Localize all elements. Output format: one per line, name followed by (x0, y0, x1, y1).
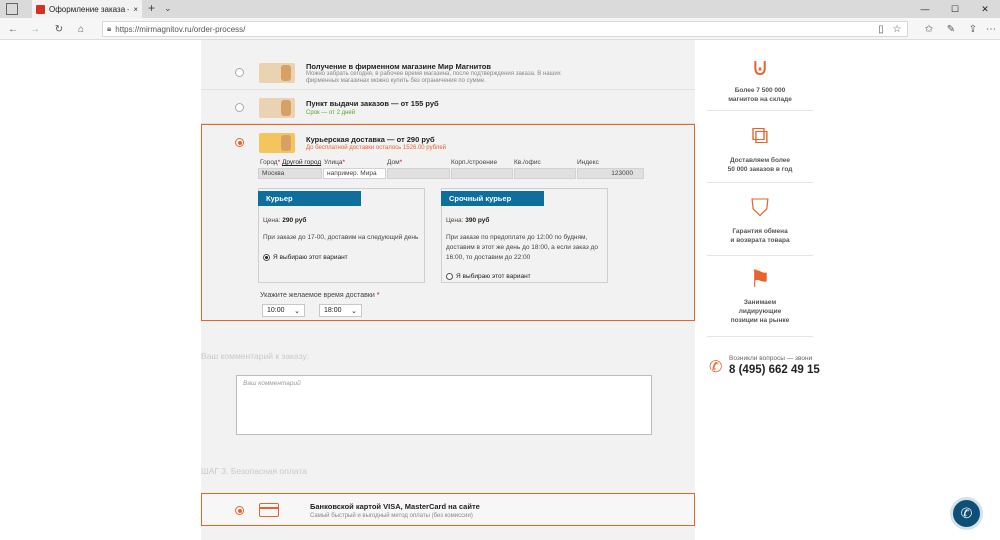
url-field[interactable]: 🔒︎ https://mirmagnitov.ru/order-process/ (102, 21, 908, 37)
phone-icon: ✆ (709, 359, 723, 376)
city-label: Город* Другой город (260, 159, 322, 166)
radio-courier[interactable] (235, 138, 244, 147)
time-to-select[interactable]: 18:00 ⌄ (319, 304, 362, 317)
pickup-point-term: Срок — от 2 дней (306, 110, 356, 116)
sidebar-stat-magnets: Более 7 500 000 магнитов на складе (728, 87, 792, 103)
free-delivery-remaining: До бесплатной доставки осталось 1526.00 … (306, 145, 447, 151)
sidebar-divider (707, 182, 813, 183)
url-text: https://mirmagnitov.ru/order-process/ (115, 24, 246, 34)
express-courier-desc-2: доставим в этот же день до 18:00, а если… (446, 244, 599, 251)
time-from-select[interactable]: 10:00 ⌄ (262, 304, 305, 317)
store-option-title: Получение в фирменном магазине Мир Магни… (306, 62, 491, 71)
comment-textarea[interactable]: Ваш комментарий (236, 375, 652, 435)
close-window-icon[interactable]: ✕ (970, 0, 1000, 18)
zip-input[interactable]: 123000 (577, 168, 644, 179)
new-tab-icon[interactable]: + (148, 1, 155, 15)
sidebar-stat-guarantee: Гарантия обмена и возврата товара (730, 228, 790, 244)
delivery-box-icon: ⧉ (751, 122, 769, 149)
reading-view-icon[interactable]: ▯ (874, 22, 888, 36)
lock-icon: 🔒︎ (107, 24, 112, 33)
courier-option-title: Курьерская доставка — от 290 руб (306, 135, 435, 144)
back-icon[interactable]: ← (6, 22, 20, 36)
home-icon[interactable]: ⌂ (74, 22, 88, 36)
delivery-time-label: Укажите желаемое время доставки * (260, 292, 380, 299)
minimize-icon[interactable]: — (910, 0, 940, 18)
share-icon[interactable]: ⇪ (966, 22, 980, 36)
callback-button[interactable]: ✆ (950, 497, 983, 530)
site-favicon-icon (36, 4, 45, 14)
express-courier-desc-1: При заказе по предоплате до 12:00 по буд… (446, 234, 588, 241)
refresh-icon[interactable]: ↻ (52, 22, 66, 36)
sidebar-stat-orders: Доставляем более 50 000 заказов в год (727, 157, 793, 173)
credit-card-icon (259, 503, 279, 517)
courier-choose-radio[interactable] (263, 254, 270, 261)
sidebar-divider (707, 255, 813, 256)
apartment-label: Кв./офис (514, 159, 541, 166)
favorite-star-icon[interactable]: ☆ (890, 22, 904, 36)
express-courier-price: Цена: 390 руб (446, 217, 490, 224)
chevron-down-icon: ⌄ (294, 307, 300, 315)
more-icon[interactable]: ⋯ (984, 22, 998, 36)
express-courier-card-title: Срочный курьер (441, 191, 544, 206)
courier-desc: При заказе до 17-00, доставим на следующ… (263, 234, 419, 241)
radio-pickup-point[interactable] (235, 103, 244, 112)
pickup-point-title: Пункт выдачи заказов — от 155 руб (306, 99, 439, 108)
pickup-point-image (259, 98, 295, 118)
leader-flag-icon: ⚑ (749, 266, 771, 293)
tab-list-chevron-icon[interactable]: ⌄ (164, 3, 172, 14)
sidebar-divider (707, 110, 813, 111)
city-input[interactable]: Москва (258, 168, 322, 179)
street-input[interactable]: например. Мира (323, 168, 386, 179)
house-label: Дом* (387, 159, 403, 166)
courier-card-title: Курьер (258, 191, 361, 206)
apartment-input[interactable] (514, 168, 576, 179)
express-courier-desc-3: 16:00, то доставим до 22:00 (446, 254, 531, 261)
forward-icon[interactable]: → (28, 22, 42, 36)
chevron-down-icon: ⌄ (351, 307, 357, 315)
sidebar-divider (707, 336, 813, 337)
courier-choose-label[interactable]: Я выбираю этот вариант (273, 254, 348, 261)
other-city-link[interactable]: Другой город (282, 159, 321, 166)
phone-number[interactable]: 8 (495) 662 49 15 (729, 364, 820, 376)
tab-close-icon[interactable]: × (133, 5, 138, 14)
sidebar-stat-leader: Занимаем лидирующие позиции на рынке (730, 299, 790, 324)
favorites-icon[interactable]: ✩ (922, 22, 936, 36)
zip-label: Индекс (577, 159, 599, 166)
express-courier-choose-radio[interactable] (446, 273, 453, 280)
express-courier-choose-label[interactable]: Я выбираю этот вариант (456, 273, 531, 280)
payment-card-title: Банковской картой VISA, MasterCard на са… (310, 502, 480, 511)
comment-heading: Ваш комментарий к заказу: (201, 351, 309, 361)
radio-payment-card[interactable] (235, 506, 244, 515)
guarantee-shield-icon: ⛉ (751, 195, 769, 222)
building-label: Корп./строение (451, 159, 498, 166)
street-label: Улица* (324, 159, 345, 166)
radio-store[interactable] (235, 68, 244, 77)
notes-icon[interactable]: ✎ (944, 22, 958, 36)
window-controls: — ☐ ✕ (910, 0, 1000, 18)
phone-question: Возникли вопросы — звони (729, 355, 813, 362)
browser-tab[interactable]: Оформление заказа — × (32, 0, 142, 18)
tab-title: Оформление заказа — (49, 4, 130, 14)
tab-actions-icon[interactable] (6, 3, 18, 15)
payment-card-subtitle: Самый быстрый и выгодный метод оплаты (б… (310, 513, 473, 519)
courier-image (259, 133, 295, 153)
magnet-icon: ⊍ (751, 54, 769, 81)
phone-call-icon: ✆ (960, 505, 973, 521)
store-option-desc-2: фирменных магазинах можно купить без огр… (306, 78, 486, 84)
store-pickup-image (259, 63, 295, 83)
courier-price: Цена: 290 руб (263, 217, 307, 224)
building-input[interactable] (451, 168, 513, 179)
payment-step-heading: ШАГ 3. Безопасная оплата (201, 466, 307, 476)
house-input[interactable] (387, 168, 450, 179)
maximize-icon[interactable]: ☐ (940, 0, 970, 18)
